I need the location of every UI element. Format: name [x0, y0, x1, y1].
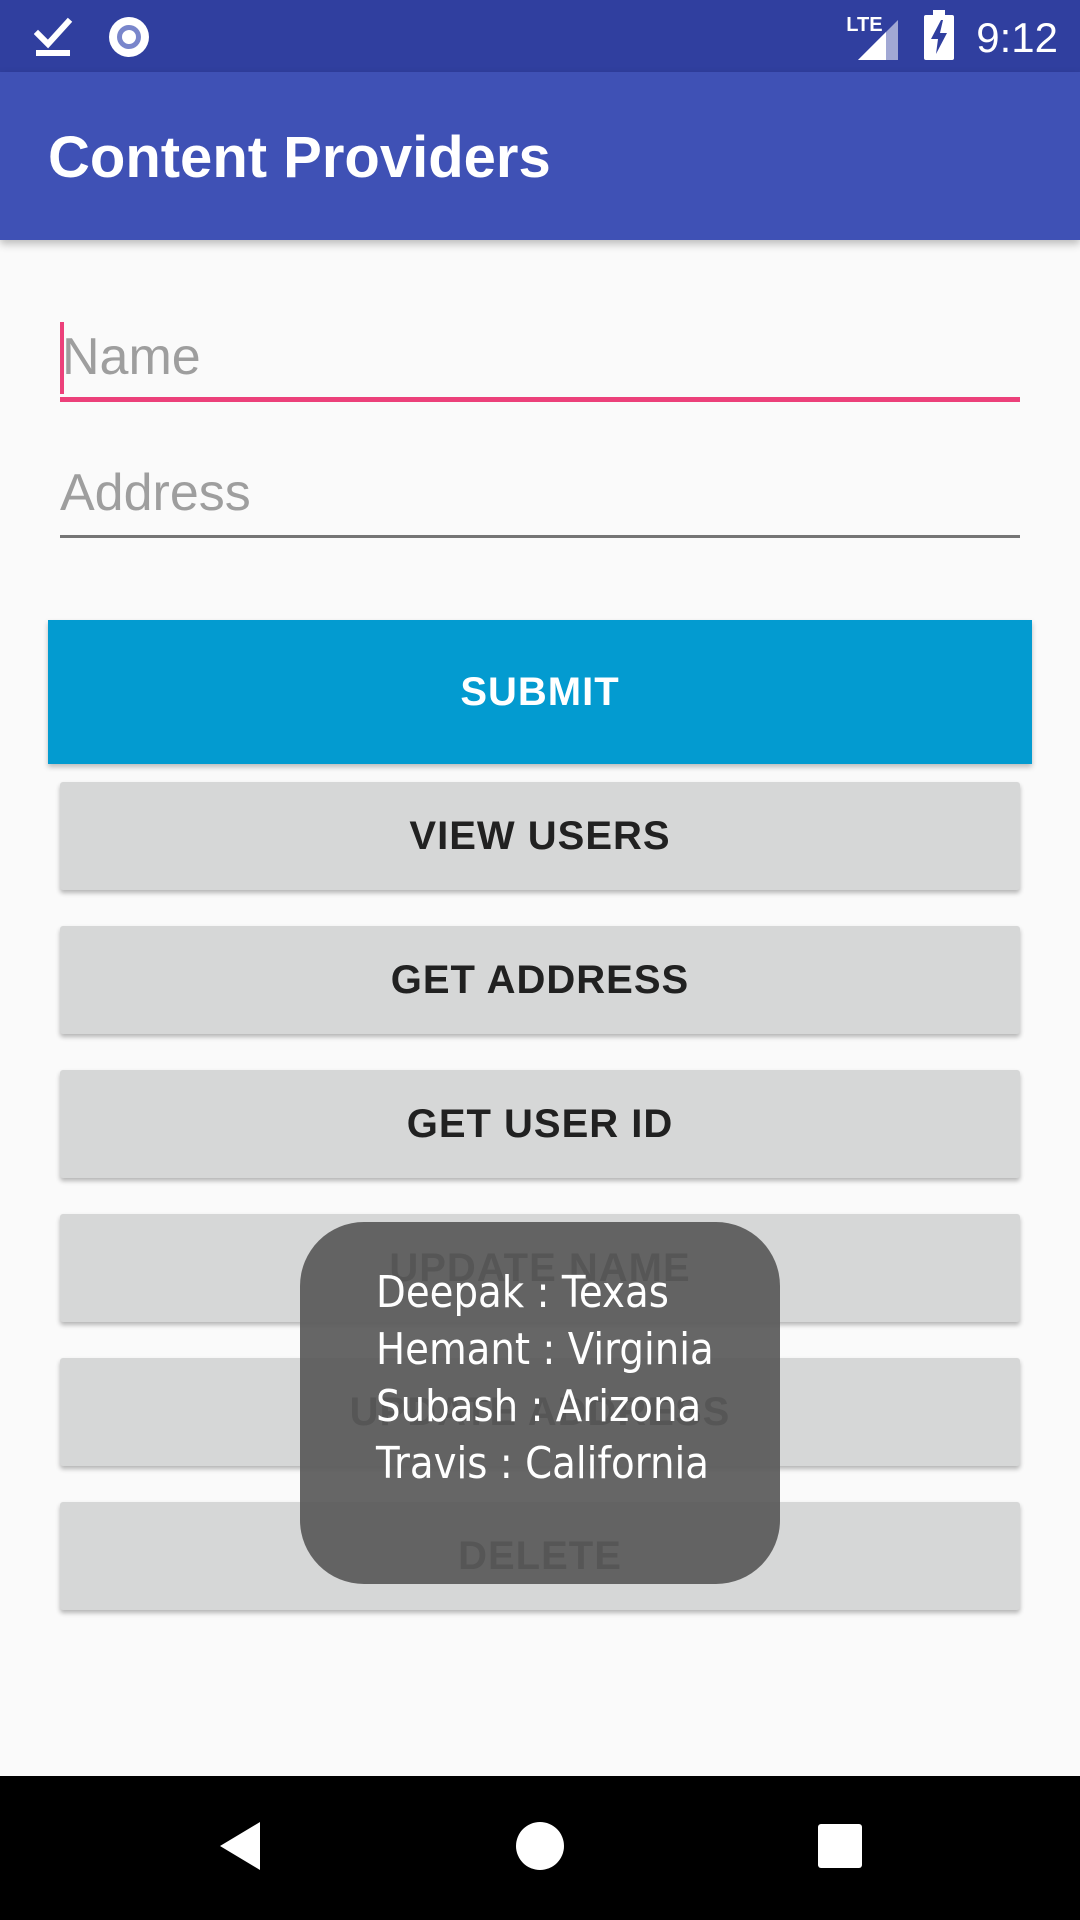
home-button[interactable] — [460, 1776, 620, 1920]
address-underline — [60, 535, 1020, 538]
toast-lines: Deepak : Texas Hemant : Virginia Subash … — [376, 1264, 714, 1492]
signal-icon: LTE — [846, 12, 902, 64]
app-bar: Content Providers — [0, 72, 1080, 240]
battery-charging-icon — [924, 10, 955, 65]
toast-message: Deepak : Texas Hemant : Virginia Subash … — [300, 1222, 780, 1584]
submit-button[interactable]: SUBMIT — [48, 620, 1032, 764]
app-title: Content Providers — [48, 125, 551, 190]
sync-circle-icon — [106, 14, 152, 65]
name-placeholder: Name — [62, 328, 201, 386]
address-field[interactable]: Address — [60, 448, 1020, 538]
home-icon — [514, 1820, 566, 1877]
name-underline — [60, 397, 1020, 402]
name-field[interactable]: Name — [60, 312, 1020, 402]
get-address-button[interactable]: GET ADDRESS — [60, 926, 1020, 1034]
status-time: 9:12 — [976, 13, 1058, 61]
task-done-icon — [33, 16, 74, 63]
address-placeholder: Address — [60, 464, 251, 522]
view-users-button[interactable]: VIEW USERS — [60, 782, 1020, 890]
get-user-id-button[interactable]: GET USER ID — [60, 1070, 1020, 1178]
recents-icon — [817, 1823, 863, 1874]
toast-line: Travis : California — [376, 1438, 709, 1489]
toast-line: Deepak : Texas — [376, 1267, 669, 1318]
recents-button[interactable] — [760, 1776, 920, 1920]
back-icon — [216, 1820, 264, 1877]
back-button[interactable] — [160, 1776, 320, 1920]
navigation-bar — [0, 1776, 1080, 1920]
status-bar: LTE 9:12 — [0, 0, 1080, 72]
toast-line: Subash : Arizona — [376, 1381, 702, 1432]
app-screen: LTE 9:12 Content Providers Name Address … — [0, 0, 1080, 1920]
toast-line: Hemant : Virginia — [376, 1324, 714, 1375]
